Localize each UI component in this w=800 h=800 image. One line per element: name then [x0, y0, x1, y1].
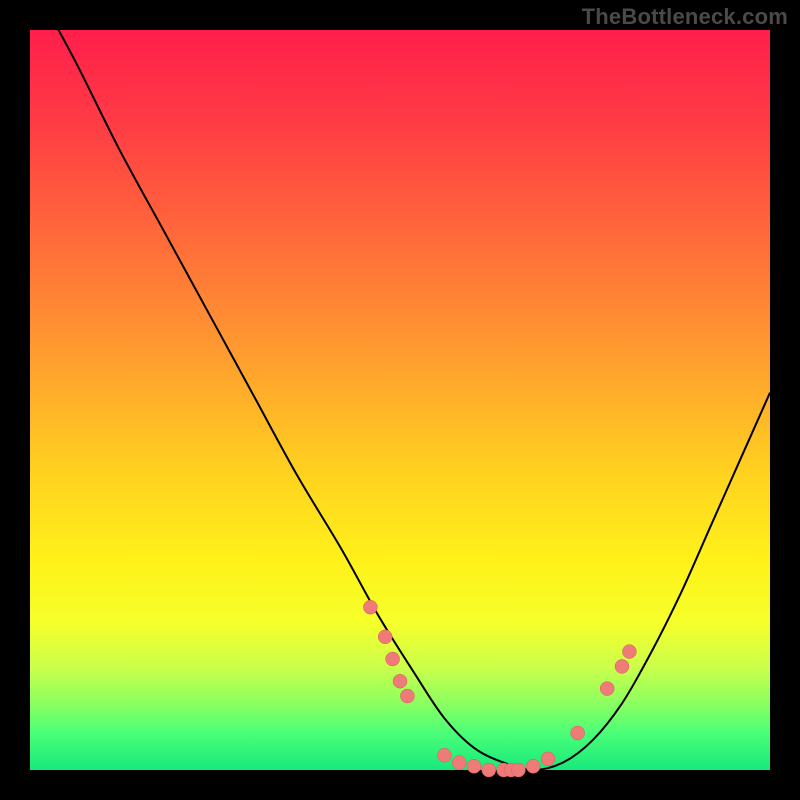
- scatter-dot: [437, 748, 451, 762]
- curve-svg: [30, 30, 770, 770]
- chart-stage: TheBottleneck.com: [0, 0, 800, 800]
- scatter-dot: [393, 674, 407, 688]
- scatter-dot: [386, 652, 400, 666]
- bottleneck-curve-path: [30, 0, 770, 770]
- scatter-dot: [571, 726, 585, 740]
- scatter-dot: [378, 630, 392, 644]
- watermark-text: TheBottleneck.com: [582, 4, 788, 30]
- scatter-dot: [482, 763, 496, 777]
- scatter-dot: [400, 689, 414, 703]
- scatter-dot: [526, 759, 540, 773]
- scatter-dot: [615, 659, 629, 673]
- scatter-dot: [363, 600, 377, 614]
- scatter-dot: [622, 645, 636, 659]
- plot-area: [30, 30, 770, 770]
- scatter-dot: [600, 682, 614, 696]
- scatter-dot: [467, 759, 481, 773]
- scatter-dot: [541, 752, 555, 766]
- scatter-dot: [511, 763, 525, 777]
- scatter-dots: [363, 600, 636, 777]
- scatter-dot: [452, 756, 466, 770]
